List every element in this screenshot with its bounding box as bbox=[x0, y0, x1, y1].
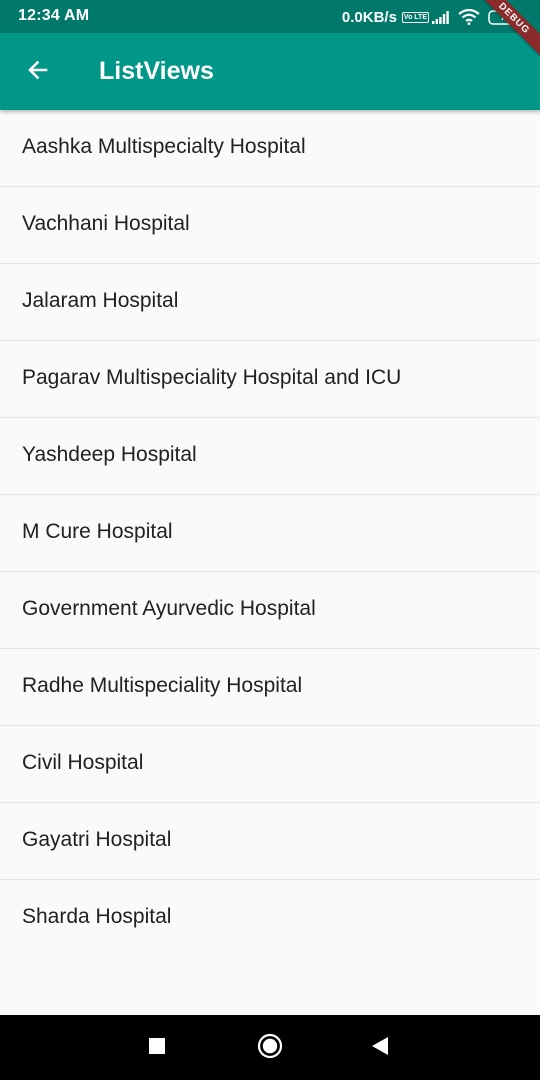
list-item[interactable]: Pagarav Multispeciality Hospital and ICU bbox=[0, 341, 540, 418]
list-item[interactable]: Gayatri Hospital bbox=[0, 803, 540, 880]
list-item-label: Pagarav Multispeciality Hospital and ICU bbox=[22, 366, 402, 389]
list-item[interactable]: Sharda Hospital bbox=[0, 880, 540, 957]
app-bar: ListViews bbox=[0, 33, 540, 110]
list-item[interactable]: Vachhani Hospital bbox=[0, 187, 540, 264]
system-nav-bar bbox=[0, 1015, 540, 1080]
list-item[interactable]: Yashdeep Hospital bbox=[0, 418, 540, 495]
list-item[interactable]: Radhe Multispeciality Hospital bbox=[0, 649, 540, 726]
home-button[interactable] bbox=[252, 1030, 288, 1066]
wifi-icon bbox=[458, 9, 480, 25]
back-nav-button[interactable] bbox=[362, 1030, 398, 1066]
list-item-label: Government Ayurvedic Hospital bbox=[22, 597, 316, 620]
arrow-back-icon bbox=[26, 58, 50, 87]
back-button[interactable] bbox=[14, 52, 62, 92]
network-speed: 0.0KB/s bbox=[341, 8, 397, 26]
list-item-label: Gayatri Hospital bbox=[22, 828, 172, 851]
list-item-label: Yashdeep Hospital bbox=[22, 443, 197, 466]
status-bar: 12:34 AM 0.0KB/s Vo LTE bbox=[0, 0, 540, 33]
recents-square-icon bbox=[149, 1037, 165, 1059]
status-time: 12:34 AM bbox=[18, 7, 90, 24]
list-item-label: Jalaram Hospital bbox=[22, 289, 179, 312]
list-item-label: Aashka Multispecialty Hospital bbox=[22, 135, 306, 158]
list-item-label: Radhe Multispeciality Hospital bbox=[22, 674, 303, 697]
volte-icon: Vo LTE bbox=[401, 11, 429, 23]
recents-button[interactable] bbox=[139, 1030, 175, 1066]
list-item-label: Sharda Hospital bbox=[22, 905, 172, 928]
back-triangle-icon bbox=[372, 1036, 388, 1060]
list-item[interactable]: M Cure Hospital bbox=[0, 495, 540, 572]
signal-icon bbox=[432, 10, 450, 24]
home-circle-icon bbox=[257, 1033, 283, 1064]
list-item[interactable]: Civil Hospital bbox=[0, 726, 540, 803]
list-item-label: M Cure Hospital bbox=[22, 520, 173, 543]
page-title: ListViews bbox=[99, 57, 214, 85]
list-item-label: Civil Hospital bbox=[22, 751, 144, 774]
list-item[interactable]: Aashka Multispecialty Hospital bbox=[0, 110, 540, 187]
list-item[interactable]: Government Ayurvedic Hospital bbox=[0, 572, 540, 649]
list-item[interactable]: Jalaram Hospital bbox=[0, 264, 540, 341]
list-item-label: Vachhani Hospital bbox=[22, 212, 190, 235]
hospital-list: Aashka Multispecialty Hospital Vachhani … bbox=[0, 110, 540, 957]
